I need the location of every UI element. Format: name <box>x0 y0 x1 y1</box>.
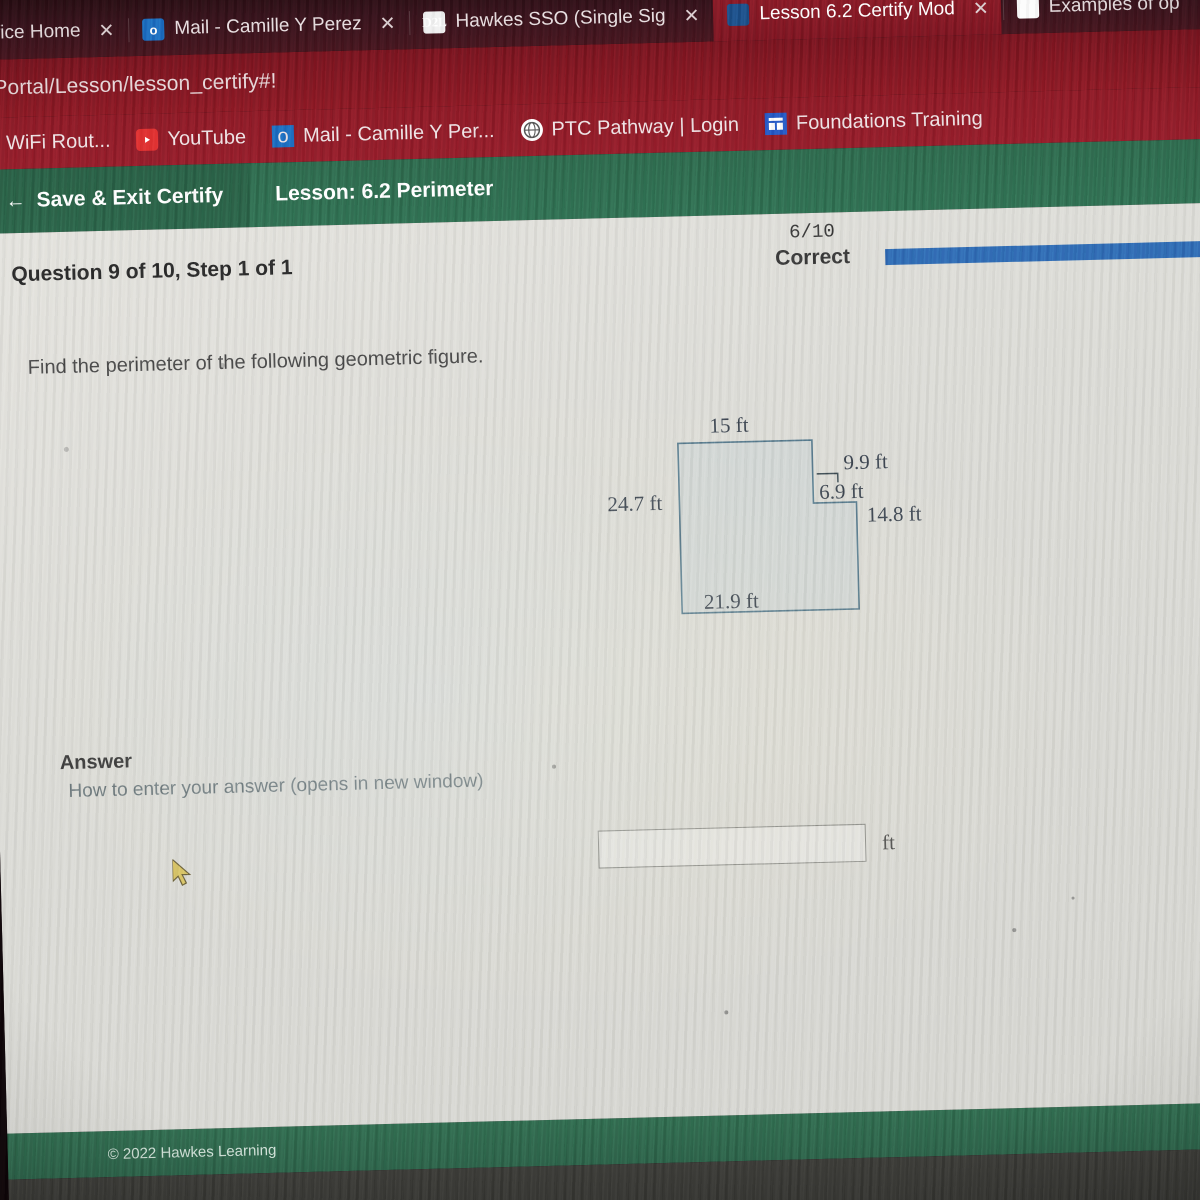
figure-label-upper-right: 9.9 ft <box>843 449 888 474</box>
tab-title: Office Home <box>0 20 81 45</box>
score-correct-label: Correct <box>774 244 851 270</box>
bookmark-mail[interactable]: o Mail - Camille Y Per... <box>271 119 495 148</box>
dust-speck <box>551 764 557 769</box>
geometric-figure: 15 ft 9.9 ft 6.9 ft 14.8 ft 21.9 ft 24.7… <box>0 387 1200 659</box>
back-arrow-icon: ← <box>5 189 26 212</box>
answer-unit-label: ft <box>881 829 896 854</box>
monitor-screen: Office Home ✕ o Mail - Camille Y Perez ✕… <box>0 0 1200 1200</box>
close-icon[interactable]: ✕ <box>683 4 699 27</box>
screen-photo: Office Home ✕ o Mail - Camille Y Perez ✕… <box>0 0 1200 1200</box>
close-icon[interactable]: ✕ <box>379 12 395 35</box>
globe-icon <box>520 118 543 142</box>
address-bar-text: m/Portal/Lesson/lesson_certify#! <box>0 69 277 101</box>
answer-input[interactable] <box>597 823 867 869</box>
score-block: 6/10 Correct <box>774 220 850 272</box>
answer-heading: Answer <box>59 750 133 775</box>
figure-outline <box>677 439 860 615</box>
answer-input-row: ft <box>597 823 896 869</box>
hawkes-icon <box>727 3 750 27</box>
bookmark-label: YouTube <box>167 125 247 150</box>
tab-title: Hawkes SSO (Single Sig <box>455 5 666 32</box>
outlook-icon: o <box>142 18 165 41</box>
outlook-icon: o <box>271 125 295 148</box>
youtube-icon <box>136 128 159 152</box>
bookmark-label: Mail - Camille Y Per... <box>302 119 495 147</box>
save-and-exit-button[interactable]: ← Save & Exit Certify <box>0 163 251 234</box>
copyright-text: © 2022 Hawkes Learning <box>107 1141 277 1163</box>
url-path: /Portal/Lesson/lesson_certify#! <box>0 69 277 100</box>
tab-title: Examples of op <box>1048 0 1180 17</box>
figure-svg: 15 ft 9.9 ft 6.9 ft 14.8 ft 21.9 ft 24.7… <box>607 413 922 615</box>
globe-glyph <box>523 121 540 139</box>
tab-title: Mail - Camille Y Perez <box>174 13 362 40</box>
training-glyph <box>768 117 784 131</box>
score-fraction: 6/10 <box>788 220 836 244</box>
tab-title: Lesson 6.2 Certify Mod <box>759 0 956 25</box>
close-icon[interactable]: ✕ <box>98 19 114 42</box>
bookmark-foundations-training[interactable]: Foundations Training <box>764 107 983 136</box>
cursor-arrow-icon <box>171 858 192 886</box>
lesson-title: Lesson: 6.2 Perimeter <box>274 177 494 206</box>
bookmark-label: Foundations Training <box>795 107 983 134</box>
close-icon[interactable]: ✕ <box>973 0 989 20</box>
google-icon: G <box>1016 0 1039 19</box>
figure-label-lower-right: 14.8 ft <box>866 501 922 526</box>
browser-tab-lesson-certify[interactable]: Lesson 6.2 Certify Mod ✕ <box>712 0 1002 42</box>
figure-label-top: 15 ft <box>709 413 749 438</box>
bookmark-label: rum WiFi Rout... <box>0 129 111 155</box>
answer-help-link[interactable]: How to enter your answer (opens in new w… <box>68 770 483 802</box>
figure-label-left: 24.7 ft <box>607 491 663 516</box>
browser-tab-hawkes-sso[interactable]: D2L Hawkes SSO (Single Sig ✕ <box>409 0 712 49</box>
training-icon <box>764 112 788 136</box>
browser-tab-office-home[interactable]: Office Home ✕ <box>0 4 127 60</box>
dust-speck <box>1012 928 1017 933</box>
browser-tab-examples[interactable]: G Examples of op <box>1002 0 1192 34</box>
d2l-icon: D2L <box>422 11 447 34</box>
play-triangle <box>145 136 151 143</box>
save-and-exit-label: Save & Exit Certify <box>36 183 224 212</box>
bookmark-label: PTC Pathway | Login <box>551 113 740 141</box>
browser-tab-mail[interactable]: o Mail - Camille Y Perez ✕ <box>128 0 408 56</box>
bookmark-ptc-pathway[interactable]: PTC Pathway | Login <box>520 113 739 142</box>
progress-bar <box>885 240 1200 266</box>
question-content: Question 9 of 10, Step 1 of 1 6/10 Corre… <box>0 202 1200 1134</box>
bookmark-wifi-router[interactable]: rum WiFi Rout... <box>0 129 111 156</box>
figure-label-step: 6.9 ft <box>819 479 864 504</box>
dust-speck <box>724 1010 729 1015</box>
figure-label-bottom: 21.9 ft <box>704 588 760 613</box>
progress-bar-fill <box>885 240 1200 266</box>
question-step-label: Question 9 of 10, Step 1 of 1 <box>11 256 293 287</box>
dust-speck <box>1071 896 1075 900</box>
bookmark-youtube[interactable]: YouTube <box>136 126 246 152</box>
answer-section: Answer How to enter your answer (opens i… <box>60 741 484 803</box>
